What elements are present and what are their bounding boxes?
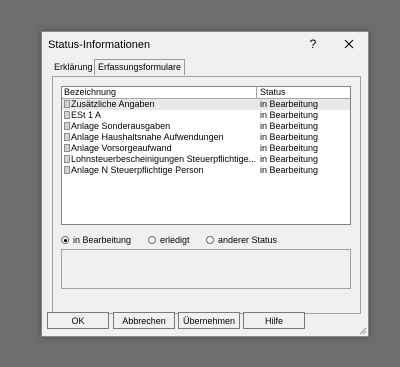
row-name-cell: Anlage N Steuerpflichtige Person — [64, 165, 256, 176]
document-icon — [64, 155, 70, 163]
radio-unselected-icon — [148, 236, 156, 244]
title-bar: Status-Informationen ? — [42, 32, 368, 58]
close-button[interactable] — [340, 34, 358, 54]
row-status: in Bearbeitung — [260, 110, 319, 120]
tab-erfassungsformulare[interactable]: Erfassungsformulare — [94, 59, 186, 75]
radio-unselected-icon — [206, 236, 214, 244]
document-icon — [64, 100, 70, 108]
list-row[interactable]: Zusätzliche Angaben in Bearbeitung — [62, 99, 350, 110]
row-name: Zusätzliche Angaben — [71, 99, 155, 109]
row-status: in Bearbeitung — [260, 99, 319, 109]
row-status: in Bearbeitung — [260, 121, 319, 131]
forms-list[interactable]: Bezeichnung Status Zusätzliche Angaben i… — [61, 86, 351, 225]
help-button[interactable]: Hilfe — [243, 312, 305, 329]
list-row[interactable]: Anlage Vorsorgeaufwand in Bearbeitung — [62, 143, 350, 154]
row-name: Anlage Sonderausgaben — [71, 121, 171, 131]
row-status: in Bearbeitung — [260, 132, 319, 142]
radio-anderer-status[interactable]: anderer Status — [206, 235, 277, 245]
help-question-button[interactable]: ? — [306, 37, 320, 51]
document-icon — [64, 166, 70, 174]
radio-selected-icon — [61, 236, 69, 244]
row-name-cell: Lohnsteuerbescheinigungen Steuerpflichti… — [64, 154, 256, 165]
row-name: ESt 1 A — [71, 110, 102, 120]
ok-button[interactable]: OK — [47, 312, 109, 329]
radio-label: erledigt — [160, 235, 190, 245]
dialog-title: Status-Informationen — [48, 39, 151, 51]
column-header-bezeichnung[interactable]: Bezeichnung — [64, 87, 257, 98]
list-header: Bezeichnung Status — [62, 87, 350, 99]
row-name-cell: Zusätzliche Angaben — [64, 99, 256, 110]
radio-label: anderer Status — [218, 235, 278, 245]
tab-erklaerung[interactable]: Erklärung — [51, 60, 96, 74]
list-row[interactable]: Anlage N Steuerpflichtige Person in Bear… — [62, 165, 350, 176]
status-info-box — [61, 249, 351, 289]
row-name-cell: ESt 1 A — [64, 110, 256, 121]
row-status: in Bearbeitung — [260, 165, 319, 175]
status-dialog: Status-Informationen ? Erklärung Erfassu… — [41, 31, 369, 337]
radio-erledigt[interactable]: erledigt — [148, 235, 190, 245]
row-name: Anlage Haushaltsnahe Aufwendungen — [71, 132, 224, 142]
resize-grip-icon[interactable] — [358, 326, 367, 335]
list-row[interactable]: Anlage Haushaltsnahe Aufwendungen in Bea… — [62, 132, 350, 143]
row-status: in Bearbeitung — [260, 143, 319, 153]
row-name-cell: Anlage Haushaltsnahe Aufwendungen — [64, 132, 256, 143]
cancel-button[interactable]: Abbrechen — [113, 312, 175, 329]
tab-panel: Bezeichnung Status Zusätzliche Angaben i… — [52, 76, 361, 314]
document-icon — [64, 111, 70, 119]
apply-button[interactable]: Übernehmen — [178, 312, 240, 329]
document-icon — [64, 144, 70, 152]
row-name: Anlage Vorsorgeaufwand — [71, 143, 172, 153]
column-header-status[interactable]: Status — [260, 87, 286, 98]
list-rows: Zusätzliche Angaben in Bearbeitung ESt 1… — [62, 99, 350, 176]
radio-label: in Bearbeitung — [73, 235, 132, 245]
document-icon — [64, 133, 70, 141]
row-name-cell: Anlage Vorsorgeaufwand — [64, 143, 256, 154]
row-name-cell: Anlage Sonderausgaben — [64, 121, 256, 132]
radio-in-bearbeitung[interactable]: in Bearbeitung — [61, 235, 131, 245]
list-row[interactable]: Lohnsteuerbescheinigungen Steuerpflichti… — [62, 154, 350, 165]
document-icon — [64, 122, 70, 130]
list-row[interactable]: ESt 1 A in Bearbeitung — [62, 110, 350, 121]
close-icon — [344, 39, 354, 49]
list-row[interactable]: Anlage Sonderausgaben in Bearbeitung — [62, 121, 350, 132]
row-name: Anlage N Steuerpflichtige Person — [71, 165, 204, 175]
row-status: in Bearbeitung — [260, 154, 319, 164]
row-name: Lohnsteuerbescheinigungen Steuerpflichti… — [71, 154, 256, 164]
